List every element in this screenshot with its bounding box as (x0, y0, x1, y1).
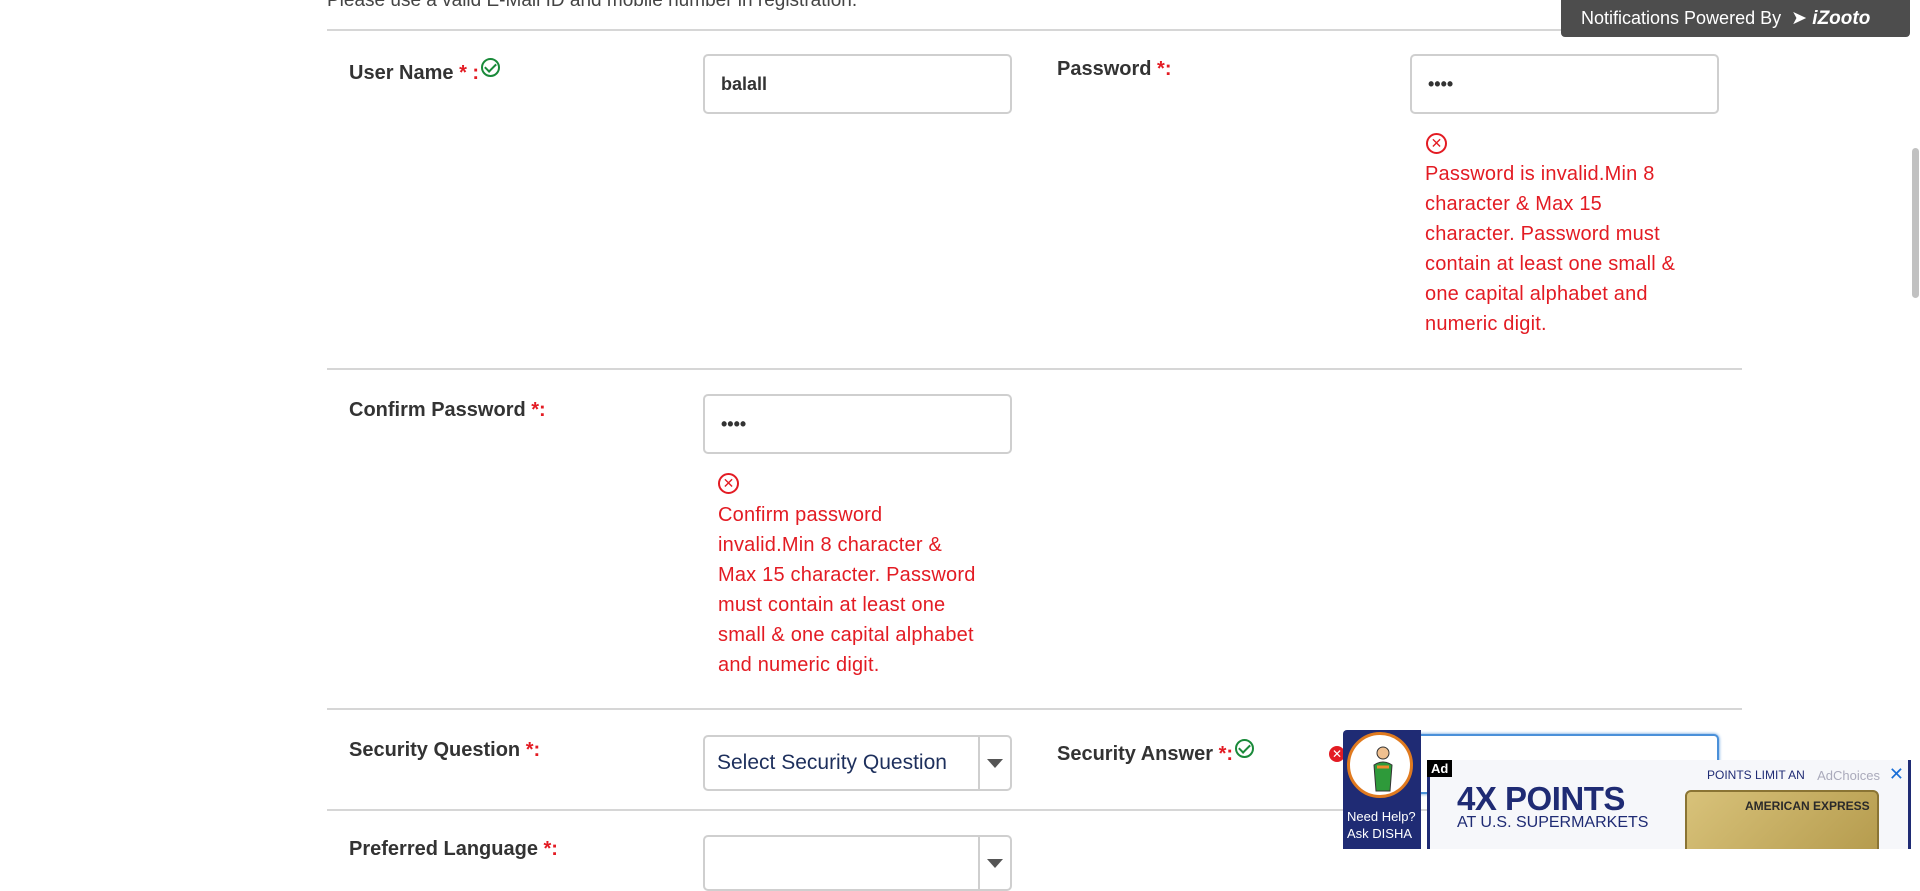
ad-choices-label[interactable]: AdChoices (1817, 768, 1880, 783)
divider (327, 368, 1742, 370)
password-error-line: Password is invalid.Min 8 (1425, 163, 1655, 185)
required-mark: *: (1157, 58, 1172, 80)
registration-notice: Please use a valid E-Mail ID and mobile … (327, 0, 858, 11)
chevron-down-icon[interactable] (978, 837, 1010, 889)
ad-subline: AT U.S. SUPERMARKETS (1457, 814, 1649, 831)
username-label-text: User Name (349, 62, 454, 84)
password-label: Password *: (1057, 58, 1172, 81)
password-error-line: numeric digit. (1425, 313, 1547, 335)
password-error-line: contain at least one small & (1425, 253, 1676, 275)
username-input[interactable]: balall (703, 54, 1012, 114)
preferred-language-label: Preferred Language *: (349, 838, 558, 861)
password-label-text: Password (1057, 58, 1152, 80)
password-error-line: character & Max 15 (1425, 193, 1603, 215)
required-mark: *: (543, 838, 558, 860)
required-mark: *: (525, 739, 541, 761)
security-question-select[interactable]: Select Security Question (703, 735, 1012, 791)
disha-avatar (1347, 732, 1413, 798)
confirm-password-error-line: invalid.Min 8 character & (718, 534, 942, 556)
confirm-password-error-line: must contain at least one (718, 594, 946, 616)
notification-brand: iZooto (1812, 8, 1871, 29)
disha-text: Need Help? Ask DISHA (1347, 808, 1416, 842)
credit-card-image: AMERICAN EXPRESS (1685, 790, 1879, 849)
notification-bar[interactable]: Notifications Powered By ➤ iZooto (1561, 0, 1910, 37)
chevron-down-icon[interactable] (978, 737, 1010, 789)
disha-line: Need Help? (1347, 809, 1416, 824)
password-input[interactable]: •••• (1410, 54, 1719, 114)
ad-card-text: AMERICAN EXPRESS (1745, 799, 1870, 813)
divider (327, 29, 1742, 31)
divider (327, 708, 1742, 710)
security-question-label: Security Question *: (349, 739, 540, 762)
x-circle-icon: ✕ (718, 473, 739, 494)
security-answer-label: Security Answer *: (1057, 739, 1255, 766)
confirm-password-error-line: Confirm password (718, 504, 883, 526)
password-value: •••• (1428, 73, 1454, 94)
confirm-password-error-line: and numeric digit. (718, 654, 880, 676)
preferred-language-select[interactable] (703, 835, 1012, 891)
ad-content: 4X POINTS AT U.S. SUPERMARKETS POINTS LI… (1430, 760, 1908, 849)
security-answer-label-text: Security Answer (1057, 743, 1213, 765)
assistant-figure-icon (1373, 746, 1393, 792)
disha-help-widget[interactable]: Need Help? Ask DISHA (1343, 730, 1421, 849)
required-mark: *: (1218, 743, 1234, 765)
required-mark: *: (531, 399, 546, 421)
password-error: Password is invalid.Min 8 character & Ma… (1425, 159, 1725, 339)
required-mark: * : (459, 62, 480, 84)
ad-close-icon[interactable]: ✕ (1889, 765, 1904, 783)
confirm-password-label-text: Confirm Password (349, 399, 526, 421)
valid-check-icon (1235, 739, 1255, 758)
preferred-language-label-text: Preferred Language (349, 838, 538, 860)
security-question-label-text: Security Question (349, 739, 521, 761)
izooto-logo-icon: ➤ iZooto (1791, 8, 1871, 29)
ad-headline: 4X POINTS (1457, 780, 1625, 817)
confirm-password-error-line: Max 15 character. Password (718, 564, 976, 586)
x-circle-icon: ✕ (1426, 133, 1447, 154)
confirm-password-label: Confirm Password *: (349, 399, 546, 422)
security-question-value: Select Security Question (717, 751, 947, 774)
ad-banner[interactable]: 4X POINTS AT U.S. SUPERMARKETS POINTS LI… (1427, 760, 1911, 849)
confirm-password-error-line: small & one capital alphabet (718, 624, 974, 646)
confirm-password-error: Confirm password invalid.Min 8 character… (718, 500, 1018, 680)
scrollbar-thumb[interactable] (1912, 148, 1919, 298)
confirm-password-value: •••• (721, 413, 747, 434)
username-value: balall (721, 73, 768, 94)
notification-text: Notifications Powered By (1581, 8, 1782, 28)
password-error-line: one capital alphabet and (1425, 283, 1648, 305)
confirm-password-input[interactable]: •••• (703, 394, 1012, 454)
ad-tag: Ad (1427, 760, 1453, 777)
valid-check-icon (481, 58, 501, 77)
password-error-line: character. Password must (1425, 223, 1660, 245)
username-label: User Name * : (349, 58, 501, 85)
disha-line: Ask DISHA (1347, 826, 1413, 841)
ad-top-text: POINTS LIMIT AN (1707, 768, 1805, 782)
